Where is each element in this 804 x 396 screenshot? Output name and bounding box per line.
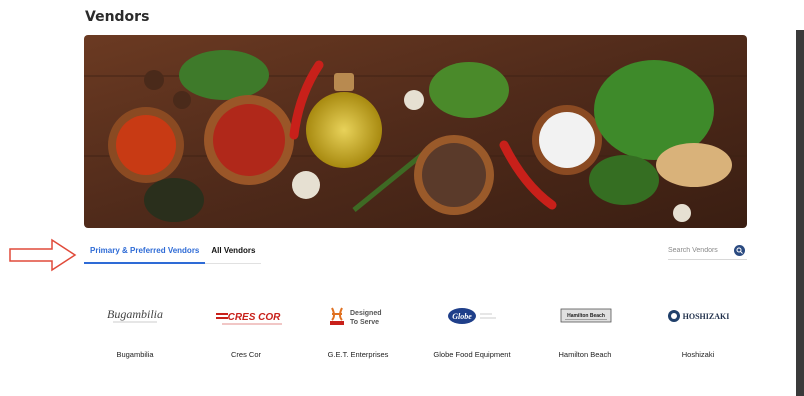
hoshizaki-logo-text: HOSHIZAKI [683, 312, 730, 321]
cres-cor-logo: CRES COR [196, 300, 296, 332]
bugambilia-logo: Bugambilia [85, 300, 185, 332]
vendor-name: Cres Cor [230, 350, 261, 359]
vendor-name: Hoshizaki [681, 350, 715, 359]
hamilton-beach-logo: Hamilton Beach [535, 300, 635, 332]
spices-banner-image [84, 35, 747, 228]
vendor-card-bugambilia[interactable]: Bugambilia Bugambilia [85, 300, 185, 359]
cres-cor-logo-text: CRES COR [228, 312, 282, 323]
search-icon[interactable] [734, 245, 745, 256]
window-edge [796, 30, 804, 396]
vendor-name: Globe Food Equipment [433, 350, 511, 359]
search-vendors [668, 242, 747, 260]
tab-primary-preferred-vendors[interactable]: Primary & Preferred Vendors [84, 240, 206, 264]
page-title: Vendors [85, 9, 150, 25]
vendor-name: G.E.T. Enterprises [327, 350, 389, 359]
vendor-tabs: Primary & Preferred Vendors All Vendors [84, 240, 262, 264]
hamilton-beach-logo-text: Hamilton Beach [567, 313, 605, 319]
tab-all-vendors[interactable]: All Vendors [205, 240, 262, 264]
svg-text:To Serve: To Serve [350, 319, 379, 326]
vendor-card-globe-food-equipment[interactable]: Globe Globe Food Equipment [422, 300, 522, 359]
vendor-card-hoshizaki[interactable]: HOSHIZAKI Hoshizaki [648, 300, 748, 359]
vendor-card-cres-cor[interactable]: CRES COR Cres Cor [196, 300, 296, 359]
get-enterprises-logo: Designed To Serve [308, 300, 408, 332]
vendor-name: Bugambilia [116, 350, 154, 359]
search-input[interactable] [668, 243, 730, 257]
globe-logo-text: Globe [452, 312, 472, 321]
vendor-card-hamilton-beach[interactable]: Hamilton Beach Hamilton Beach [535, 300, 635, 359]
hoshizaki-logo: HOSHIZAKI [648, 300, 748, 332]
vendor-name: Hamilton Beach [558, 350, 612, 359]
annotation-arrow-icon [8, 238, 78, 272]
globe-logo: Globe [422, 300, 522, 332]
svg-text:Designed: Designed [350, 310, 382, 317]
bugambilia-logo-text: Bugambilia [107, 307, 163, 321]
vendor-card-get-enterprises[interactable]: Designed To Serve G.E.T. Enterprises [308, 300, 408, 359]
